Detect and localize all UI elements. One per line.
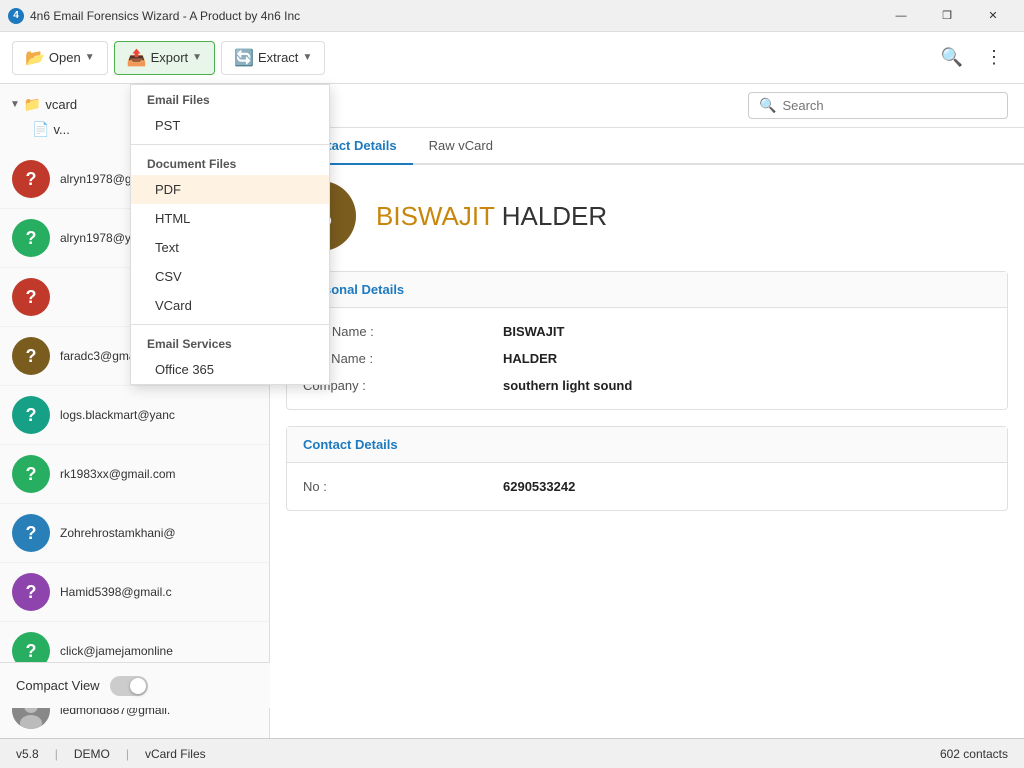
toolbar-search-icon[interactable]: 🔍: [934, 40, 970, 76]
menu-divider-2: [131, 324, 329, 325]
export-dropdown-arrow: ▼: [192, 52, 202, 63]
pst-menu-item[interactable]: PST: [131, 111, 329, 140]
text-menu-item[interactable]: Text: [131, 233, 329, 262]
vcard-menu-item[interactable]: VCard: [131, 291, 329, 320]
compact-view-area: Compact View: [0, 662, 270, 708]
status-bar: v5.8 | DEMO | vCard Files 602 contacts: [0, 738, 1024, 768]
tab-raw-vcard[interactable]: Raw vCard: [413, 128, 509, 165]
search-input[interactable]: [782, 98, 997, 113]
export-button[interactable]: 📤 Export ▼: [114, 41, 215, 75]
first-name-row: First Name : BISWAJIT: [287, 318, 1007, 345]
last-name-row: Last Name : HALDER: [287, 345, 1007, 372]
avatar: ?: [12, 514, 50, 552]
mode-label: DEMO: [74, 747, 110, 761]
export-label: Export: [151, 50, 189, 65]
title-bar: 4 4n6 Email Forensics Wizard - A Product…: [0, 0, 1024, 32]
version-label: v5.8: [16, 747, 39, 761]
email-services-header: Email Services: [131, 329, 329, 355]
app-icon: 4: [8, 8, 24, 24]
contact-last-name: HALDER: [502, 201, 607, 231]
right-panel: vcard 🔍 Contact Details Raw vCard B BISW…: [270, 84, 1024, 738]
contact-details-card: Contact Details No : 6290533242: [286, 426, 1008, 511]
compact-view-label: Compact View: [16, 678, 100, 693]
export-icon: 📤: [127, 48, 147, 68]
toolbar: 📂 Open ▼ 📤 Export ▼ 🔄 Extract ▼ 🔍 ⋮ Emai…: [0, 32, 1024, 84]
contact-details-body: No : 6290533242: [287, 463, 1007, 510]
tabs: Contact Details Raw vCard: [270, 128, 1024, 165]
company-label: Company :: [303, 378, 503, 393]
contact-email: Zohrehrostamkhani@: [60, 526, 176, 540]
extract-button[interactable]: 🔄 Extract ▼: [221, 41, 325, 75]
export-dropdown-menu: Email Files PST Document Files PDF HTML …: [130, 84, 330, 385]
contact-details-title: Contact Details: [287, 427, 1007, 463]
compact-view-toggle[interactable]: [110, 676, 148, 696]
window-controls: — ❒ ✕: [878, 0, 1016, 32]
no-label: No :: [303, 479, 503, 494]
toggle-knob: [130, 678, 146, 694]
avatar: ?: [12, 455, 50, 493]
contact-email: click@jamejamonline: [60, 644, 173, 658]
toolbar-menu-icon[interactable]: ⋮: [976, 40, 1012, 76]
avatar: ?: [12, 219, 50, 257]
no-value: 6290533242: [503, 479, 575, 494]
contact-email: logs.blackmart@yanc: [60, 408, 175, 422]
extract-label: Extract: [258, 50, 298, 65]
avatar: ?: [12, 160, 50, 198]
personal-details-title: Personal Details: [287, 272, 1007, 308]
search-icon: 🔍: [759, 97, 776, 114]
minimize-button[interactable]: —: [878, 0, 924, 32]
avatar: ?: [12, 573, 50, 611]
search-box[interactable]: 🔍: [748, 92, 1008, 119]
last-name-label: Last Name :: [303, 351, 503, 366]
contact-header: B BISWAJIT HALDER: [286, 181, 1008, 251]
no-row: No : 6290533242: [287, 473, 1007, 500]
html-menu-item[interactable]: HTML: [131, 204, 329, 233]
tree-file-icon: 📄: [32, 121, 49, 138]
list-item[interactable]: ? logs.blackmart@yanc: [0, 386, 269, 445]
company-row: Company : southern light sound: [287, 372, 1007, 399]
tree-arrow-vcard: ▼: [10, 99, 20, 110]
extract-icon: 🔄: [234, 48, 254, 68]
contacts-count: 602 contacts: [940, 747, 1008, 761]
folder-icon: 📂: [25, 48, 45, 68]
open-dropdown-arrow: ▼: [85, 52, 95, 63]
email-files-header: Email Files: [131, 85, 329, 111]
csv-menu-item[interactable]: CSV: [131, 262, 329, 291]
open-button[interactable]: 📂 Open ▼: [12, 41, 108, 75]
contact-email: Hamid5398@gmail.c: [60, 585, 172, 599]
document-files-header: Document Files: [131, 149, 329, 175]
avatar: ?: [12, 278, 50, 316]
list-item[interactable]: ? Zohrehrostamkhani@: [0, 504, 269, 563]
last-name-value: HALDER: [503, 351, 557, 366]
restore-button[interactable]: ❒: [924, 0, 970, 32]
tree-label-v: v...: [53, 122, 69, 137]
tree-folder-icon: 📁: [24, 96, 41, 113]
tree-label-vcard: vcard: [45, 97, 77, 112]
window-title: 4n6 Email Forensics Wizard - A Product b…: [30, 9, 878, 23]
contact-first-name: BISWAJIT: [376, 201, 494, 231]
right-header: vcard 🔍: [270, 84, 1024, 128]
list-item[interactable]: ? Hamid5398@gmail.c: [0, 563, 269, 622]
open-label: Open: [49, 50, 81, 65]
menu-divider-1: [131, 144, 329, 145]
contact-email: rk1983xx@gmail.com: [60, 467, 176, 481]
pdf-menu-item[interactable]: PDF: [131, 175, 329, 204]
extract-dropdown-arrow: ▼: [302, 52, 312, 63]
first-name-value: BISWAJIT: [503, 324, 564, 339]
avatar: ?: [12, 396, 50, 434]
detail-content: B BISWAJIT HALDER Personal Details First…: [270, 165, 1024, 738]
personal-details-card: Personal Details First Name : BISWAJIT L…: [286, 271, 1008, 410]
avatar: ?: [12, 337, 50, 375]
personal-details-body: First Name : BISWAJIT Last Name : HALDER…: [287, 308, 1007, 409]
first-name-label: First Name :: [303, 324, 503, 339]
close-button[interactable]: ✕: [970, 0, 1016, 32]
contact-name: BISWAJIT HALDER: [376, 201, 607, 232]
list-item[interactable]: ? rk1983xx@gmail.com: [0, 445, 269, 504]
office365-menu-item[interactable]: Office 365: [131, 355, 329, 384]
company-value: southern light sound: [503, 378, 632, 393]
file-label: vCard Files: [145, 747, 206, 761]
